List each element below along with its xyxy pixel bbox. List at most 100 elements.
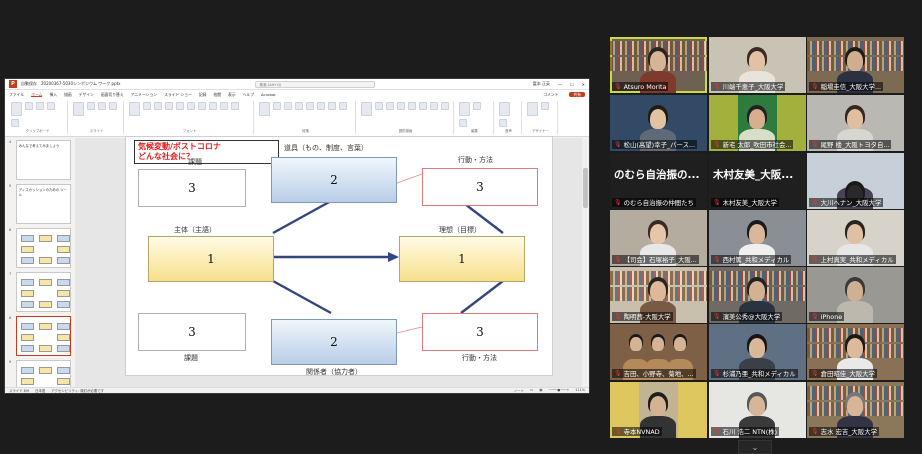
participant-tile[interactable]: 🎙 iPhone	[807, 267, 904, 323]
thumbnail-row[interactable]: 9	[9, 360, 71, 387]
participant-tile[interactable]: 🎙 稲場圭信_大阪大学...	[807, 37, 904, 93]
menu-item[interactable]: 画面切り替え	[101, 92, 124, 97]
participant-tile[interactable]: 🎙 西村篤_共和メディカル	[709, 210, 806, 266]
participant-tile[interactable]: 🎙 倉田昭佳_大阪大学	[807, 324, 904, 380]
ribbon-tool-icon[interactable]	[109, 102, 117, 110]
ribbon-tool-icon[interactable]	[36, 102, 44, 110]
participant-tile[interactable]: 🎙 【司会】石塚裕子_大阪...	[610, 210, 707, 266]
ribbon-tool-icon[interactable]	[527, 102, 538, 116]
vertical-scrollbar[interactable]	[582, 138, 589, 387]
action-top-box[interactable]: 3	[422, 168, 538, 206]
share-button[interactable]: 共有	[569, 92, 585, 97]
ribbon-tool-icon[interactable]	[306, 102, 314, 110]
thumbnail-row[interactable]: 7	[9, 272, 71, 312]
close-icon[interactable]: ✕	[582, 82, 585, 87]
menu-item[interactable]: 校閲	[213, 92, 221, 97]
thumbnail-row[interactable]: 6	[9, 228, 71, 268]
menu-item[interactable]: ファイル	[9, 92, 24, 97]
zoom-level[interactable]: 111%	[575, 388, 585, 393]
ribbon-tool-icon[interactable]	[187, 102, 195, 110]
scroll-thumb[interactable]	[583, 168, 588, 208]
status-language[interactable]: 日本語	[35, 388, 45, 393]
menu-item[interactable]: ホーム	[31, 92, 43, 97]
participant-tile[interactable]: 🎙 Atsuro Morita	[610, 37, 707, 93]
ribbon-tool-icon[interactable]	[339, 102, 347, 110]
ribbon-tool-icon[interactable]	[459, 119, 467, 127]
participant-tile[interactable]: 🎙 杉浦乃亜_共和メディカル	[709, 324, 806, 380]
ribbon-tool-icon[interactable]	[430, 102, 438, 110]
user-name[interactable]: 富本 正英	[533, 81, 550, 87]
ribbon-tool-icon[interactable]	[499, 119, 507, 127]
ribbon-tool-icon[interactable]	[154, 102, 162, 110]
participant-tile[interactable]: 🎙 濱美公秀@大阪大学	[709, 267, 806, 323]
participant-tile[interactable]: 🎙 尾野 楼_大阪トヨタ自...	[807, 95, 904, 151]
participant-tile[interactable]: 🎙 川端千恵子_大阪大学	[709, 37, 806, 93]
ribbon-tool-icon[interactable]	[473, 102, 481, 110]
ribbon-tool-icon[interactable]	[259, 102, 270, 116]
ribbon-tool-icon[interactable]	[11, 119, 19, 127]
participant-tile[interactable]: 🎙 寺本NVNAD	[610, 382, 707, 438]
ribbon-tool-icon[interactable]	[284, 102, 292, 110]
issue-top-box[interactable]: 3	[138, 169, 246, 207]
slide-thumbnail[interactable]	[15, 272, 71, 312]
ribbon-tool-icon[interactable]	[220, 102, 228, 110]
participant-tile[interactable]: のむら自治振の... 🎙 のむら自治振の仲間たち	[610, 153, 707, 209]
slide-thumbnail[interactable]	[15, 228, 71, 268]
status-accessibility[interactable]: アクセシビリティ: 検討が必要です	[51, 388, 104, 393]
ribbon-tool-icon[interactable]	[73, 102, 84, 116]
menu-item[interactable]: スライド ショー	[164, 92, 192, 97]
participant-tile[interactable]: 木村友美_大阪... 🎙 木村友美_大阪大学	[709, 153, 806, 209]
ribbon-tool-icon[interactable]	[176, 102, 184, 110]
thumbnail-row[interactable]: 8	[9, 316, 71, 356]
ribbon-tool-icon[interactable]	[198, 102, 206, 110]
action-bottom-box[interactable]: 3	[422, 313, 538, 351]
ribbon-tool-icon[interactable]	[386, 102, 394, 110]
slide-thumbnail[interactable]: ディスカッションのための ツール	[15, 184, 71, 224]
ribbon-tool-icon[interactable]	[441, 102, 449, 110]
ribbon-tool-icon[interactable]	[11, 102, 22, 116]
ribbon-tool-icon[interactable]	[328, 102, 336, 110]
participant-tile[interactable]: 🎙 上村真実_共和メディカル	[807, 210, 904, 266]
menu-item[interactable]: 描画	[64, 92, 72, 97]
ribbon-tool-icon[interactable]	[209, 102, 217, 110]
thumbnail-row[interactable]: 5 ディスカッションのための ツール	[9, 184, 71, 224]
ribbon-tool-icon[interactable]	[317, 102, 325, 110]
menu-item[interactable]: Acrobat	[261, 92, 276, 97]
ribbon-tool-icon[interactable]	[459, 102, 470, 116]
ribbon-tool-icon[interactable]	[98, 102, 106, 110]
ribbon-tool-icon[interactable]	[273, 102, 281, 110]
search-input[interactable]: 検索 (Alt+Q)	[254, 80, 375, 88]
menu-item[interactable]: アニメーション	[131, 92, 157, 97]
ribbon-tool-icon[interactable]	[165, 102, 173, 110]
slide-thumbnail[interactable]: みんなで考えてみましょう	[15, 140, 71, 180]
slide-thumbnail[interactable]	[15, 360, 71, 387]
current-slide[interactable]: 気候変動/ポストコロナ どんな社会に？ 道具（もの、制度、言葉） 2 課題 3 …	[125, 136, 553, 376]
ribbon-tool-icon[interactable]	[419, 102, 427, 110]
participant-tile[interactable]: 🎙 大川ヘナン_大阪大学	[807, 153, 904, 209]
comment-button[interactable]: コメント	[543, 92, 558, 97]
menu-item[interactable]: デザイン	[79, 92, 94, 97]
participant-tile[interactable]: 🎙 石川 浩二 NTN(株)	[709, 382, 806, 438]
ribbon-tool-icon[interactable]	[87, 102, 95, 110]
tool-box[interactable]: 2	[271, 157, 397, 203]
slide-thumbnails-panel[interactable]: 4 みんなで考えてみましょう 5 ディスカッションのための ツール 6 7 8 9	[5, 138, 75, 387]
stakeholder-box[interactable]: 2	[271, 319, 397, 365]
ribbon-tool-icon[interactable]	[295, 102, 303, 110]
participant-tile[interactable]: 🎙 新宅 太郎_吹田市社会...	[709, 95, 806, 151]
menu-item[interactable]: 記録	[199, 92, 207, 97]
participant-tile[interactable]: 🎙 志水 宏吉_大阪大学	[807, 382, 904, 438]
ideal-box[interactable]: 1	[399, 236, 525, 282]
autosave-label[interactable]: 自動保存	[21, 81, 37, 87]
menu-item[interactable]: 挿入	[49, 92, 57, 97]
notes-button[interactable]: ノート	[514, 388, 524, 393]
chevron-down-icon[interactable]: ⌄	[738, 440, 772, 454]
menu-item[interactable]: 表示	[228, 92, 236, 97]
ribbon-tool-icon[interactable]	[231, 102, 239, 110]
participant-tile[interactable]: 🎙 陶明茜-大阪大学	[610, 267, 707, 323]
ribbon-tool-icon[interactable]	[47, 102, 55, 110]
ribbon-tool-icon[interactable]	[541, 102, 549, 110]
ribbon-tool-icon[interactable]	[408, 102, 416, 110]
ribbon-tool-icon[interactable]	[375, 102, 383, 110]
ribbon-tool-icon[interactable]	[129, 102, 140, 116]
menu-item[interactable]: ヘルプ	[243, 92, 254, 97]
